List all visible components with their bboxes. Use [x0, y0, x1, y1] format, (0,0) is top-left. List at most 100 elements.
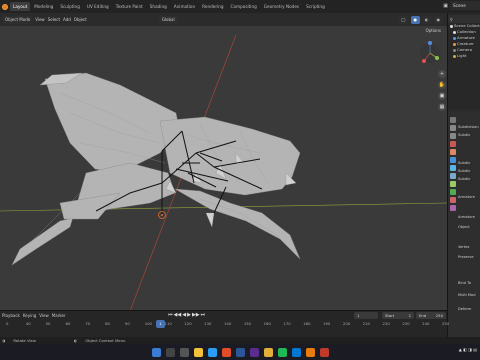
- wireframe-shading-button[interactable]: ◯: [398, 15, 409, 24]
- render-tab-icon[interactable]: [449, 125, 456, 131]
- start-value: 1: [408, 313, 411, 318]
- jump-start-icon[interactable]: ⏮: [168, 312, 173, 318]
- end-label: End: [419, 313, 427, 318]
- data-tab-icon[interactable]: [449, 189, 456, 195]
- play-icon[interactable]: ▶: [187, 312, 191, 318]
- store-icon[interactable]: [291, 347, 301, 357]
- blender-logo-icon[interactable]: [0, 0, 10, 13]
- constraints-tab-icon[interactable]: [449, 181, 456, 187]
- creature-mesh: [11, 72, 301, 266]
- transform-orientation-dropdown[interactable]: Global: [158, 15, 178, 24]
- property-label: Subdivision: [458, 125, 479, 129]
- top-menu-bar: Layout Modeling Sculpting UV Editing Texture…: [0, 0, 480, 13]
- workspace-tab-geometry-nodes[interactable]: Geometry Nodes: [261, 2, 302, 11]
- outliner-header: ⚲: [448, 15, 480, 23]
- edge-browser-icon[interactable]: [207, 347, 217, 357]
- workspace-tab-modeling[interactable]: Modeling: [31, 2, 56, 11]
- workspace-tab-layout[interactable]: Layout: [10, 2, 31, 11]
- ruler-tick: 90: [124, 321, 130, 326]
- zoom-icon[interactable]: +: [438, 70, 446, 78]
- ruler-tick: 200: [342, 321, 351, 326]
- workspace-tab-rendering[interactable]: Rendering: [199, 2, 226, 11]
- property-label: Vertex: [458, 245, 470, 249]
- workspace-tab-texture-paint[interactable]: Texture Paint: [113, 2, 146, 11]
- rendered-shading-button[interactable]: ◉: [433, 15, 443, 24]
- solid-shading-button[interactable]: ●: [410, 15, 420, 24]
- ruler-tick: 70: [85, 321, 91, 326]
- camera-view-icon[interactable]: ▣: [438, 92, 446, 100]
- options-button[interactable]: Options: [426, 28, 441, 33]
- workspace-tab-compositing[interactable]: Compositing: [228, 2, 260, 11]
- viewport-menu-object[interactable]: Object: [74, 17, 87, 22]
- workspace-tab-animation[interactable]: Animation: [171, 2, 198, 11]
- viewport-menu-add[interactable]: Add: [63, 17, 71, 22]
- notes-icon[interactable]: [263, 347, 273, 357]
- workspace-tab-uv-editing[interactable]: UV Editing: [84, 2, 112, 11]
- end-value: 250: [435, 313, 443, 318]
- task-view-icon[interactable]: [179, 347, 189, 357]
- end-frame-field[interactable]: End 250: [416, 312, 446, 319]
- ruler-tick: 60: [65, 321, 71, 326]
- start-frame-field[interactable]: Start 1: [382, 312, 414, 319]
- ruler-tick: 80: [105, 321, 110, 326]
- outliner[interactable]: ⚲ Scene CollectionCollectionArmatureCrea…: [448, 13, 480, 108]
- material-tab-icon[interactable]: [449, 197, 456, 203]
- play-reverse-icon[interactable]: ◀: [182, 312, 186, 318]
- navigation-gizmo[interactable]: [420, 41, 440, 63]
- ruler-tick: 220: [382, 321, 390, 326]
- next-key-icon[interactable]: ▶▶: [192, 312, 200, 318]
- ruler-tick: 190: [323, 321, 331, 326]
- blender-taskbar-icon[interactable]: [305, 347, 315, 357]
- status-middle: Object Context Menu: [85, 338, 126, 343]
- output-tab-icon[interactable]: [449, 133, 456, 139]
- timeline-menu-keying[interactable]: Keying: [23, 313, 36, 318]
- collection-icon: [453, 36, 456, 40]
- workspace-tab-scripting[interactable]: Scripting: [303, 2, 328, 11]
- timeline-header: Playback Keying View Marker: [0, 311, 447, 320]
- physics-tab-icon[interactable]: [449, 173, 456, 179]
- ruler-tick: 0: [6, 321, 9, 326]
- modifier-wrench-icon[interactable]: [449, 157, 456, 163]
- playback-controls: ⏮ ◀◀ ◀ ▶ ▶▶ ⏭: [168, 312, 205, 318]
- tool-tab-icon[interactable]: [449, 117, 456, 123]
- app-icon[interactable]: [249, 347, 259, 357]
- outliner-row-label: Camera: [457, 47, 472, 52]
- pan-hand-icon[interactable]: ✋: [438, 81, 446, 89]
- frame-ruler[interactable]: 0 40 50 60 70 80 90 100 110 120 130 140 150 160 170 180…: [0, 321, 449, 328]
- playhead[interactable]: 1: [156, 320, 165, 328]
- viewport-canvas[interactable]: [0, 13, 447, 337]
- workspace-tab-shading[interactable]: Shading: [147, 2, 170, 11]
- prev-key-icon[interactable]: ◀◀: [174, 312, 182, 318]
- material-shading-button[interactable]: ◐: [422, 15, 432, 24]
- outliner-rows: Scene CollectionCollectionArmatureCreatu…: [448, 23, 480, 59]
- object-tab-icon[interactable]: [449, 149, 456, 155]
- jump-end-icon[interactable]: ⏭: [201, 312, 206, 318]
- filter-icon[interactable]: ⚲: [450, 17, 453, 22]
- timeline[interactable]: Playback Keying View Marker ⏮ ◀◀ ◀ ▶ ▶▶ ⏭ 1…: [0, 310, 449, 338]
- current-frame-field[interactable]: 1: [354, 312, 378, 319]
- scene-tab-icon[interactable]: [449, 141, 456, 147]
- viewport-menu-view[interactable]: View: [35, 17, 45, 22]
- timeline-menu-playback[interactable]: Playback: [2, 313, 20, 318]
- search-icon[interactable]: [165, 347, 175, 357]
- perspective-toggle-icon[interactable]: ▦: [438, 103, 446, 111]
- properties-editor[interactable]: Subdivision Subdiv Subdiv Subdiv Subdiv Armat…: [448, 111, 480, 337]
- object-mode-dropdown[interactable]: Object Mode: [2, 15, 34, 24]
- scene-selector[interactable]: Scene: [450, 1, 480, 10]
- word-icon[interactable]: [235, 347, 245, 357]
- video-icon[interactable]: [319, 347, 329, 357]
- file-explorer-icon[interactable]: [193, 347, 203, 357]
- workspace-tab-sculpting[interactable]: Sculpting: [57, 2, 83, 11]
- office-icon[interactable]: [221, 347, 231, 357]
- particles-tab-icon[interactable]: [449, 165, 456, 171]
- 3d-viewport[interactable]: Object Mode View Select Add Object Global ◯…: [0, 13, 447, 337]
- texture-tab-icon[interactable]: [449, 205, 456, 211]
- media-icon[interactable]: [277, 347, 287, 357]
- windows-start-icon[interactable]: [151, 347, 161, 357]
- tray-icons[interactable]: ▲ ◧ ◨ ▤: [459, 347, 477, 352]
- ruler-tick: 180: [303, 321, 311, 326]
- outliner-row[interactable]: Light: [448, 53, 480, 59]
- viewport-menu-select[interactable]: Select: [48, 17, 60, 22]
- timeline-menu-view[interactable]: View: [39, 313, 49, 318]
- timeline-menu-marker[interactable]: Marker: [52, 313, 66, 318]
